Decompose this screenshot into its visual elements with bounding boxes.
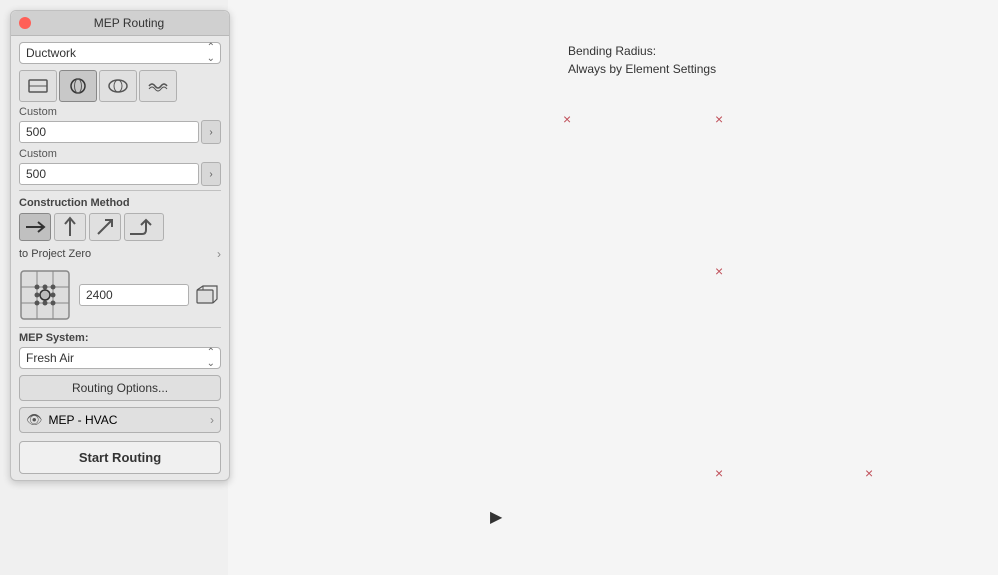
ductwork-dropdown-wrapper[interactable]: Ductwork Pipework Cable Tray ⌃ ⌄: [19, 42, 221, 64]
mep-hvac-left: 👁 MEP - HVAC: [26, 412, 117, 428]
cross-marker-1: ×: [563, 112, 571, 126]
input-row-2: ›: [19, 162, 221, 186]
round-duct-btn[interactable]: [59, 70, 97, 102]
width-increment-btn[interactable]: ›: [201, 120, 221, 144]
cursor: ▶: [490, 507, 502, 527]
mep-system-dropdown[interactable]: Fresh Air Supply Air Return Air Exhaust …: [19, 347, 221, 369]
close-button[interactable]: [19, 17, 31, 29]
cross-marker-2: ×: [715, 112, 723, 126]
flex-duct-btn[interactable]: [139, 70, 177, 102]
mep-hvac-row[interactable]: 👁 MEP - HVAC ›: [19, 407, 221, 433]
start-routing-button[interactable]: Start Routing: [19, 441, 221, 474]
to-project-zero-label: to Project Zero: [19, 248, 91, 260]
custom-label-1: Custom: [19, 106, 221, 118]
mep-hvac-chevron-icon: ›: [210, 413, 214, 427]
divider-2: [19, 327, 221, 328]
mep-routing-panel: MEP Routing Ductwork Pipework Cable Tray…: [10, 10, 230, 481]
divider-1: [19, 190, 221, 191]
offset-input[interactable]: [79, 284, 189, 306]
custom-label-2: Custom: [19, 148, 221, 160]
offset-diagram: [19, 269, 221, 321]
bend-method-btn[interactable]: [124, 213, 164, 241]
grid-icon: [19, 269, 71, 321]
horizontal-method-btn[interactable]: [19, 213, 51, 241]
to-project-zero-row[interactable]: to Project Zero ›: [19, 245, 221, 263]
chevron-right-icon: ›: [217, 247, 221, 261]
input-row-1: ›: [19, 120, 221, 144]
diagonal-method-btn[interactable]: [89, 213, 121, 241]
oval-duct-btn[interactable]: [99, 70, 137, 102]
construction-method-row: [19, 213, 221, 241]
cross-marker-5: ×: [865, 466, 873, 480]
construction-method-label: Construction Method: [19, 197, 221, 209]
panel-title: MEP Routing: [37, 16, 221, 30]
mep-system-label: MEP System:: [19, 332, 221, 344]
routing-options-button[interactable]: Routing Options...: [19, 375, 221, 401]
height-input[interactable]: [19, 163, 199, 185]
bending-radius-text: Bending Radius: Always by Element Settin…: [568, 42, 716, 78]
duct-type-icon-row: [19, 70, 221, 102]
canvas-area: Bending Radius: Always by Element Settin…: [228, 0, 998, 575]
3d-box-icon: [193, 284, 221, 306]
mep-hvac-label: MEP - HVAC: [49, 413, 118, 427]
eye-icon: 👁: [26, 412, 43, 428]
rect-duct-btn[interactable]: [19, 70, 57, 102]
panel-body: Ductwork Pipework Cable Tray ⌃ ⌄: [11, 36, 229, 480]
width-input[interactable]: [19, 121, 199, 143]
vertical-method-btn[interactable]: [54, 213, 86, 241]
ductwork-dropdown[interactable]: Ductwork Pipework Cable Tray: [19, 42, 221, 64]
cross-marker-3: ×: [715, 264, 723, 278]
cross-marker-4: ×: [715, 466, 723, 480]
height-increment-btn[interactable]: ›: [201, 162, 221, 186]
panel-titlebar: MEP Routing: [11, 11, 229, 36]
offset-input-wrapper: [79, 284, 221, 306]
mep-system-dropdown-wrapper[interactable]: Fresh Air Supply Air Return Air Exhaust …: [19, 347, 221, 369]
